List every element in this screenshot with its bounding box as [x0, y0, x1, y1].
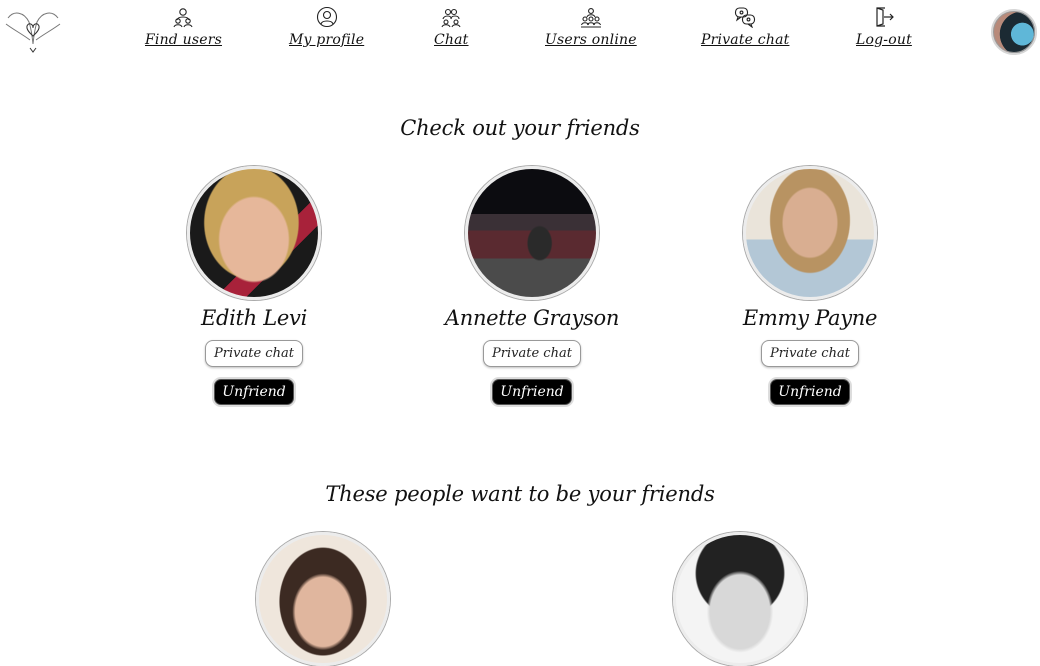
- friends-section-title: Check out your friends: [400, 116, 640, 140]
- chat-group-icon: [441, 8, 461, 28]
- users-online-icon: [580, 8, 601, 28]
- friend-photo[interactable]: [743, 166, 877, 300]
- private-chat-button[interactable]: Private chat: [483, 340, 581, 367]
- users-search-icon: [173, 8, 194, 28]
- request-photo[interactable]: [673, 532, 807, 666]
- request-card: [223, 532, 423, 666]
- private-chat-button[interactable]: Private chat: [205, 340, 303, 367]
- nav-chat-label[interactable]: Chat: [434, 32, 469, 48]
- nav-my-profile[interactable]: My profile: [289, 6, 364, 48]
- nav-users-online[interactable]: Users online: [545, 6, 637, 48]
- nav-private-chat[interactable]: Private chat: [701, 6, 789, 48]
- friend-card: Annette Grayson Private chat Unfriend: [432, 166, 632, 405]
- request-photo[interactable]: [256, 532, 390, 666]
- friend-card: Edith Levi Private chat Unfriend: [154, 166, 354, 405]
- nav-log-out-label[interactable]: Log-out: [856, 32, 912, 48]
- private-chat-icon: [735, 7, 756, 28]
- nav-find-users[interactable]: Find users: [145, 6, 222, 48]
- unfriend-button[interactable]: Unfriend: [492, 379, 572, 405]
- private-chat-button[interactable]: Private chat: [761, 340, 859, 367]
- logout-icon: [876, 7, 894, 27]
- nav-private-chat-label[interactable]: Private chat: [701, 32, 789, 48]
- friend-photo[interactable]: [187, 166, 321, 300]
- friend-name: Edith Levi: [200, 306, 308, 330]
- unfriend-button[interactable]: Unfriend: [770, 379, 850, 405]
- top-navigation: Find users My profile Chat Users online …: [0, 0, 1040, 64]
- nav-my-profile-label[interactable]: My profile: [289, 32, 364, 48]
- nav-find-users-label[interactable]: Find users: [145, 32, 222, 48]
- nav-chat[interactable]: Chat: [434, 6, 469, 48]
- friend-name: Annette Grayson: [444, 306, 620, 330]
- friend-photo[interactable]: [465, 166, 599, 300]
- profile-icon: [316, 6, 337, 28]
- nav-log-out[interactable]: Log-out: [856, 6, 912, 48]
- site-logo[interactable]: [2, 4, 64, 54]
- requests-section-title: These people want to be your friends: [325, 482, 715, 506]
- unfriend-button[interactable]: Unfriend: [214, 379, 294, 405]
- hands-heart-logo-icon: [5, 12, 61, 53]
- request-card: [640, 532, 840, 666]
- user-avatar[interactable]: [991, 9, 1037, 55]
- friend-name: Emmy Payne: [742, 306, 878, 330]
- nav-users-online-label[interactable]: Users online: [545, 32, 637, 48]
- friend-card: Emmy Payne Private chat Unfriend: [710, 166, 910, 405]
